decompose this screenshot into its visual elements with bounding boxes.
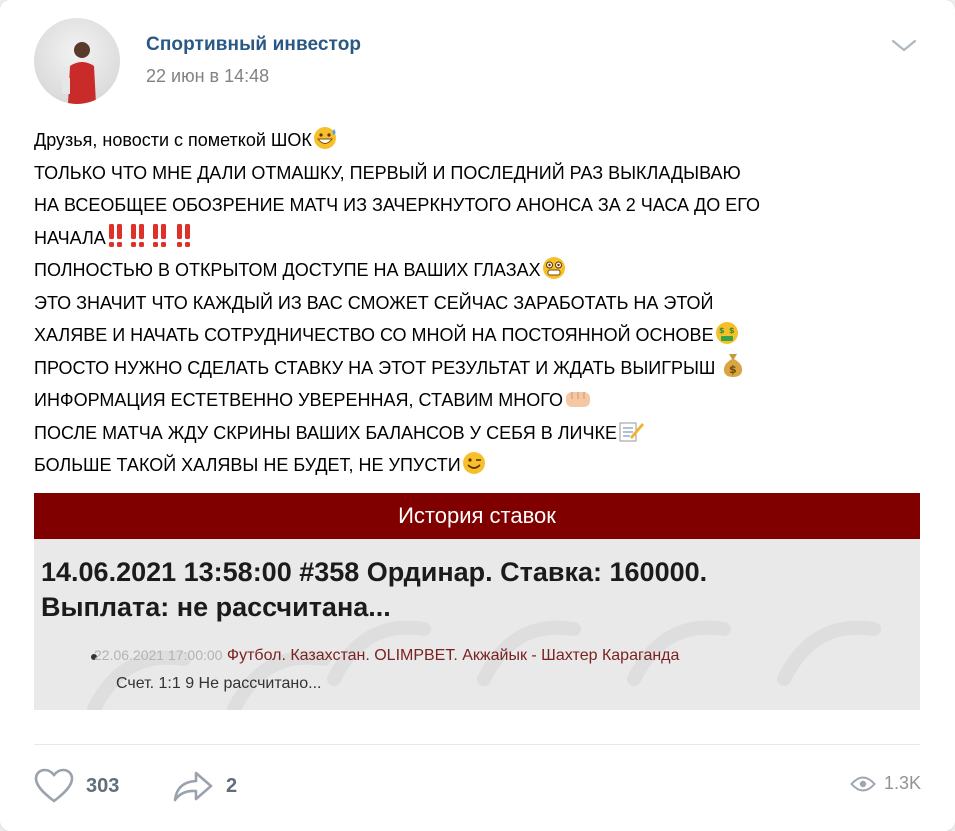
author-name[interactable]: Спортивный инвестор xyxy=(146,34,361,56)
post-text-line: Друзья, новости с пометкой ШОК xyxy=(34,124,924,157)
money-mouth-emoji-icon: $ $ xyxy=(715,321,741,345)
post-text-line: ПОЛНОСТЬЮ В ОТКРЫТОМ ДОСТУПЕ НА ВАШИХ ГЛ… xyxy=(34,254,924,287)
svg-text:$: $ xyxy=(719,326,725,335)
post-text-line: ИНФОРМАЦИЯ ЕСТЕТВЕННО УВЕРЕННАЯ, СТАВИМ … xyxy=(34,384,924,417)
fist-emoji-icon xyxy=(564,386,594,410)
post-text-line: ПОСЛЕ МАТЧА ЖДУ СКРИНЫ ВАШИХ БАЛАНСОВ У … xyxy=(34,417,924,450)
post-text-line: ХАЛЯВЕ И НАЧАТЬ СОТРУДНИЧЕСТВО СО МНОЙ Н… xyxy=(34,319,924,352)
wall-post: Спортивный инвестор 22 июн в 14:48 Друзь… xyxy=(0,0,955,831)
share-button[interactable]: 2 xyxy=(172,766,237,806)
post-text-line: НАЧАЛА xyxy=(34,222,924,255)
post-text-line: ТОЛЬКО ЧТО МНЕ ДАЛИ ОТМАШКУ, ПЕРВЫЙ И ПО… xyxy=(34,162,741,183)
bet-title: 14.06.2021 13:58:00 #358 Ординар. Ставка… xyxy=(41,557,708,622)
bet-time: 22.06.2021 17:00:00 xyxy=(94,647,223,663)
footer-divider xyxy=(34,744,920,745)
share-count: 2 xyxy=(226,774,238,797)
post-date[interactable]: 22 июн в 14:48 xyxy=(146,66,269,87)
double-exclamation-emoji-icon xyxy=(107,222,197,248)
post-text-line: ЭТО ЗНАЧИТ ЧТО КАЖДЫЙ ИЗ ВАС СМОЖЕТ СЕЙЧ… xyxy=(34,292,714,313)
views-count: 1.3K xyxy=(883,773,921,793)
chevron-down-icon[interactable] xyxy=(890,38,918,54)
like-button[interactable]: 303 xyxy=(34,766,119,806)
winking-emoji-icon xyxy=(462,451,488,475)
heart-icon xyxy=(34,768,74,803)
like-count: 303 xyxy=(86,774,120,797)
post-text-line: НА ВСЕОБЩЕЕ ОБОЗРЕНИЕ МАТЧ ИЗ ЗАЧЕРКНУТО… xyxy=(34,195,760,215)
memo-emoji-icon xyxy=(618,419,644,443)
avatar[interactable] xyxy=(34,18,120,104)
money-bag-emoji-icon: $ xyxy=(721,352,745,378)
avatar-person-icon xyxy=(62,42,96,104)
bet-history-body: 14.06.2021 13:58:00 #358 Ординар. Ставка… xyxy=(34,539,920,710)
post-text: Друзья, новости с пометкой ШОК ТОЛЬКО ЧТ… xyxy=(34,124,924,482)
bet-entry: 22.06.2021 17:00:00 Футбол. Казахстан. O… xyxy=(94,647,679,665)
post-text-line: ПРОСТО НУЖНО СДЕЛАТЬ СТАВКУ НА ЭТОТ РЕЗУ… xyxy=(34,352,924,385)
svg-text:$: $ xyxy=(729,326,735,335)
views-counter: 1.3K xyxy=(850,773,921,794)
bet-history-image[interactable]: История ставок 14.06.2021 13:58:00 #358 … xyxy=(34,493,920,710)
grinning-sweat-emoji-icon xyxy=(313,126,339,150)
bet-history-header: История ставок xyxy=(34,493,920,539)
bet-score: Счет. 1:1 9 Не рассчитано... xyxy=(116,675,322,692)
bet-event: Футбол. Казахстан. OLIMPBET. Акжайык - Ш… xyxy=(226,647,680,664)
eye-icon xyxy=(850,776,876,791)
svg-text:$: $ xyxy=(729,363,737,376)
astonished-emoji-icon xyxy=(542,256,568,280)
post-text-line: БОЛЬШЕ ТАКОЙ ХАЛЯВЫ НЕ БУДЕТ, НЕ УПУСТИ xyxy=(34,449,924,482)
share-arrow-icon xyxy=(173,771,213,802)
